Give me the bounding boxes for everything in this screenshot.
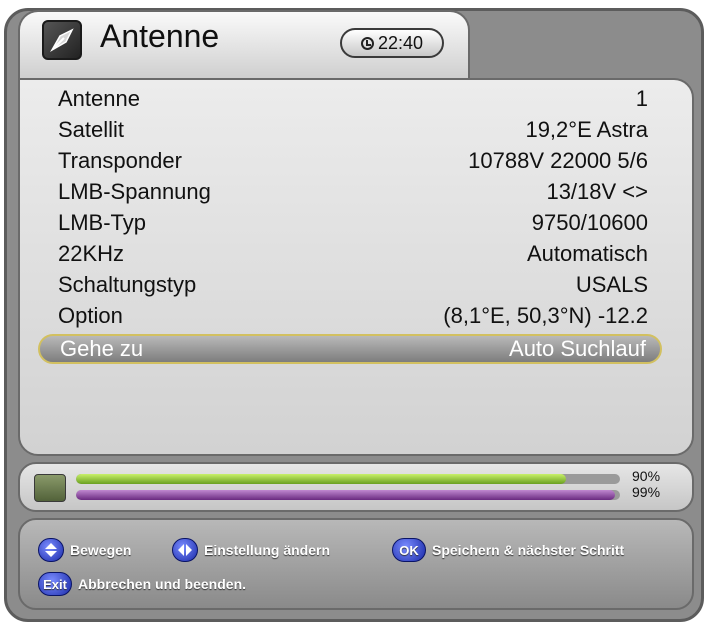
signal-quality-bar xyxy=(76,490,620,500)
ok-button-icon: OK xyxy=(392,538,426,562)
setting-label: 22KHz xyxy=(58,241,125,266)
antenna-menu-icon xyxy=(42,20,82,60)
setting-value: (8,1°E, 50,3°N) -12.2 xyxy=(443,303,648,328)
setting-row-gehe-zu[interactable]: Gehe zu Auto Suchlauf xyxy=(38,334,662,364)
setting-value: 10788V 22000 5/6 xyxy=(468,148,648,173)
signal-strength-percent: 90% xyxy=(632,468,661,484)
setting-value: 13/18V <> xyxy=(546,179,648,204)
setting-value: 1 xyxy=(635,86,648,111)
signal-quality-percent: 99% xyxy=(632,484,661,500)
signal-panel xyxy=(18,462,694,512)
hint-move: Bewegen xyxy=(38,538,131,562)
setting-value: Auto Suchlauf xyxy=(509,336,646,361)
setting-value: USALS xyxy=(575,272,648,297)
setting-label: Schaltungstyp xyxy=(58,272,197,297)
signal-icon xyxy=(34,474,66,502)
clock-display: 22:40 xyxy=(340,28,444,58)
setting-label: Option xyxy=(58,303,123,328)
hint-move-text: Bewegen xyxy=(70,542,132,558)
left-right-arrows-icon xyxy=(172,538,198,562)
hint-ok-text: Speichern & nächster Schritt xyxy=(432,542,625,558)
hint-exit: Exit Abbrechen und beenden. xyxy=(38,572,246,596)
page-title: Antenne xyxy=(100,18,220,54)
setting-value: 19,2°E Astra xyxy=(525,117,648,142)
hint-change: Einstellung ändern xyxy=(172,538,330,562)
setting-row-lmb-typ[interactable]: LMB-Typ 9750/10600 xyxy=(38,208,662,238)
clock-time: 22:40 xyxy=(377,32,424,53)
clock-icon xyxy=(360,36,374,50)
up-down-arrows-icon xyxy=(38,538,64,562)
setting-row-schaltungstyp[interactable]: Schaltungstyp USALS xyxy=(38,270,662,300)
setting-row-22khz[interactable]: 22KHz Automatisch xyxy=(38,239,662,269)
setting-label: Transponder xyxy=(58,148,182,173)
setting-value: 9750/10600 xyxy=(531,210,648,235)
signal-strength-bar xyxy=(76,474,620,484)
hint-exit-text: Abbrechen und beenden. xyxy=(78,576,247,592)
setting-row-satellit[interactable]: Satellit 19,2°E Astra xyxy=(38,115,662,145)
signal-quality-fill xyxy=(76,490,615,500)
exit-button-icon: Exit xyxy=(38,572,72,596)
hint-ok: OK Speichern & nächster Schritt xyxy=(392,538,624,562)
setting-label: LMB-Typ xyxy=(58,210,147,235)
signal-strength-fill xyxy=(76,474,566,484)
setting-label: Gehe zu xyxy=(60,336,144,361)
setting-row-transponder[interactable]: Transponder 10788V 22000 5/6 xyxy=(38,146,662,176)
setting-label: Antenne xyxy=(58,86,140,111)
setting-label: Satellit xyxy=(58,117,125,142)
setting-row-lmb-spannung[interactable]: LMB-Spannung 13/18V <> xyxy=(38,177,662,207)
help-panel xyxy=(18,518,694,610)
setting-row-option[interactable]: Option (8,1°E, 50,3°N) -12.2 xyxy=(38,301,662,331)
setting-label: LMB-Spannung xyxy=(58,179,211,204)
setting-row-antenne[interactable]: Antenne 1 xyxy=(38,84,662,114)
hint-change-text: Einstellung ändern xyxy=(204,542,331,558)
setting-value: Automatisch xyxy=(526,241,648,266)
